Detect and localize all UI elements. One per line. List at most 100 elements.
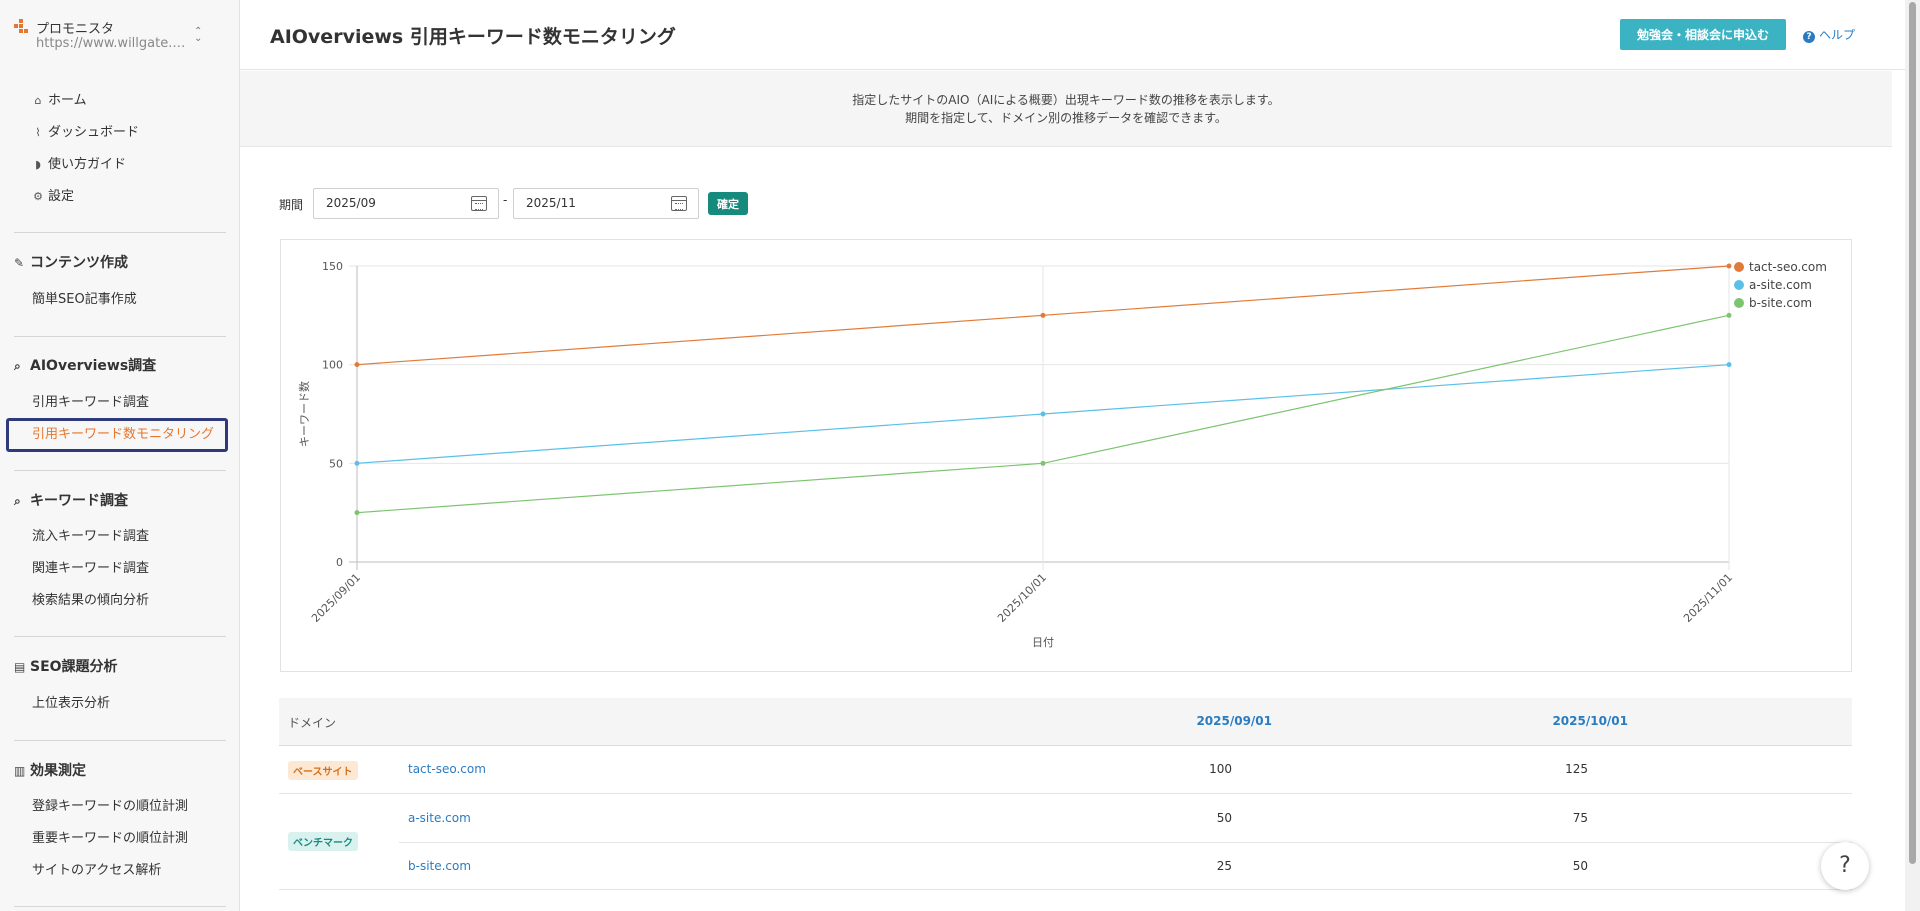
section-title: AIOverviews調査 (30, 358, 157, 374)
sidebar-item-dashboard[interactable]: ⌇ ダッシュボード (32, 122, 139, 144)
data-point (1726, 312, 1732, 318)
x-tick-label: 2025/10/01 (995, 571, 1049, 625)
data-point (1726, 362, 1732, 368)
y-tick-label: 100 (322, 359, 343, 372)
divider (14, 232, 226, 233)
table-cell: 25 (1216, 859, 1232, 873)
divider (14, 740, 226, 741)
divider (14, 906, 226, 907)
divider (14, 470, 226, 471)
sidebar-item-serp-trend[interactable]: 検索結果の傾向分析 (32, 590, 149, 612)
base-site-badge: ベースサイト (288, 761, 358, 780)
y-axis-label: キーワード数 (298, 381, 311, 447)
help-icon: ? (1803, 31, 1815, 43)
sidebar-item-cited-keyword-research[interactable]: 引用キーワード調査 (32, 392, 149, 414)
sidebar-item-top-ranking-analysis[interactable]: 上位表示分析 (32, 693, 110, 715)
x-tick-label: 2025/11/01 (1681, 571, 1735, 625)
description-line-2: 期間を指定して、ドメイン別の推移データを確認できます。 (905, 111, 1227, 125)
page-header: AIOverviews 引用キーワード数モニタリング 勉強会・相談会に申込む ?… (240, 0, 1905, 70)
site-switcher[interactable]: プロモニスタ https://www.willgate.co.jp ⌃⌄ (14, 16, 226, 56)
description-line-1: 指定したサイトのAIO（AIによる概要）出現キーワード数の推移を表示します。 (852, 93, 1280, 107)
page-title: AIOverviews 引用キーワード数モニタリング (270, 26, 676, 48)
section-title: コンテンツ作成 (30, 255, 128, 271)
apply-seminar-button[interactable]: 勉強会・相談会に申込む (1620, 19, 1786, 50)
sidebar-item-easy-seo-article[interactable]: 簡単SEO記事作成 (32, 289, 137, 311)
table-cell: 100 (1209, 762, 1232, 776)
table-cell: 50 (1216, 811, 1232, 825)
chevron-updown-icon: ⌃ ⌄ (194, 26, 203, 44)
keyword-count-chart: 0 50 100 150 2025/09/01 2025/10/01 2025/11/01 日… (280, 239, 1852, 672)
column-header-domain: ドメイン (288, 716, 337, 730)
table-row: b-site.com 25 50 125 (279, 843, 1852, 891)
x-tick-label: 2025/09/01 (309, 571, 363, 625)
calendar-icon[interactable] (471, 196, 487, 211)
table-row: a-site.com 50 75 100 (279, 795, 1852, 843)
period-separator: - (503, 193, 508, 207)
help-label: ヘルプ (1819, 28, 1856, 42)
table-header: ドメイン 2025/09/01 2025/10/01 2025/11/01 (279, 698, 1920, 746)
table-cell: 75 (1572, 811, 1588, 825)
domain-link[interactable]: b-site.com (408, 859, 471, 873)
sidebar-item-cited-keyword-monitoring[interactable]: 引用キーワード数モニタリング (32, 424, 214, 446)
brand-name: プロモニスタ (36, 22, 115, 37)
section-title: キーワード調査 (30, 493, 128, 509)
data-point (354, 460, 360, 466)
table-cell: 50 (1572, 859, 1588, 873)
sidebar-item-inflow-keyword[interactable]: 流入キーワード調査 (32, 526, 149, 548)
legend-label: tact-seo.com (1749, 260, 1827, 274)
sidebar-item-home[interactable]: ⌂ ホーム (32, 90, 87, 112)
search-icon: ⌕ (14, 359, 21, 373)
y-tick-label: 150 (322, 260, 343, 273)
section-keyword-research: ⌕ キーワード調査 (14, 490, 128, 512)
domain-link[interactable]: tact-seo.com (408, 762, 486, 776)
sidebar-item-guide[interactable]: ◗ 使い方ガイド (32, 154, 126, 176)
x-axis-label: 日付 (1032, 636, 1054, 649)
search-icon: ⌕ (14, 494, 21, 508)
data-point (1726, 263, 1732, 269)
period-to-value: 2025/11 (526, 196, 576, 210)
legend-label: b-site.com (1749, 296, 1812, 310)
window-icon: ▤ (14, 660, 26, 674)
chart-line-icon: ⌇ (35, 126, 41, 139)
floating-help-button[interactable]: ? (1821, 842, 1869, 890)
period-from-input[interactable]: 2025/09 (313, 188, 499, 219)
sidebar-item-label: ホーム (48, 93, 87, 108)
sidebar-item-important-rank[interactable]: 重要キーワードの順位計測 (32, 828, 188, 850)
table-cell: 125 (1565, 762, 1588, 776)
section-title: 効果測定 (30, 763, 86, 779)
help-link[interactable]: ? ヘルプ (1803, 26, 1855, 43)
sidebar-item-related-keyword[interactable]: 関連キーワード調査 (32, 558, 149, 580)
sidebar-item-access-analysis[interactable]: サイトのアクセス解析 (32, 860, 161, 882)
period-label: 期間 (279, 198, 304, 212)
scrollbar-thumb[interactable] (1909, 2, 1916, 864)
divider (14, 636, 226, 637)
table-bottom-border (279, 889, 1852, 890)
data-point (1040, 460, 1046, 466)
sidebar: プロモニスタ https://www.willgate.co.jp ⌃⌄ ⌂ ホー… (0, 0, 240, 911)
section-seo-issue: ▤ SEO課題分析 (14, 656, 118, 678)
table-row: ベースサイト tact-seo.com 100 125 150 (279, 746, 1852, 794)
pencil-icon: ✎ (14, 256, 25, 270)
shield-icon: ◗ (35, 158, 41, 171)
sidebar-item-registered-rank[interactable]: 登録キーワードの順位計測 (32, 796, 188, 818)
column-header-date[interactable]: 2025/10/01 (1488, 714, 1628, 728)
home-icon: ⌂ (34, 94, 42, 107)
column-header-date[interactable]: 2025/09/01 (1132, 714, 1272, 728)
calendar-icon[interactable] (671, 196, 687, 211)
confirm-button[interactable]: 確定 (708, 192, 748, 215)
y-tick-label: 50 (329, 457, 343, 470)
section-title: SEO課題分析 (30, 659, 118, 675)
sidebar-item-settings[interactable]: ⚙ 設定 (32, 186, 74, 208)
legend-label: a-site.com (1749, 278, 1812, 292)
scrollbar[interactable] (1905, 0, 1920, 911)
sidebar-item-label: 使い方ガイド (48, 157, 127, 172)
legend-marker (1734, 280, 1744, 290)
domain-link[interactable]: a-site.com (408, 811, 471, 825)
data-point (354, 362, 360, 368)
section-content-creation: ✎ コンテンツ作成 (14, 252, 128, 274)
sidebar-item-label: 設定 (48, 189, 75, 204)
legend-marker (1734, 298, 1744, 308)
period-to-input[interactable]: 2025/11 (513, 188, 699, 219)
data-point (1040, 312, 1046, 318)
data-point (354, 510, 360, 516)
